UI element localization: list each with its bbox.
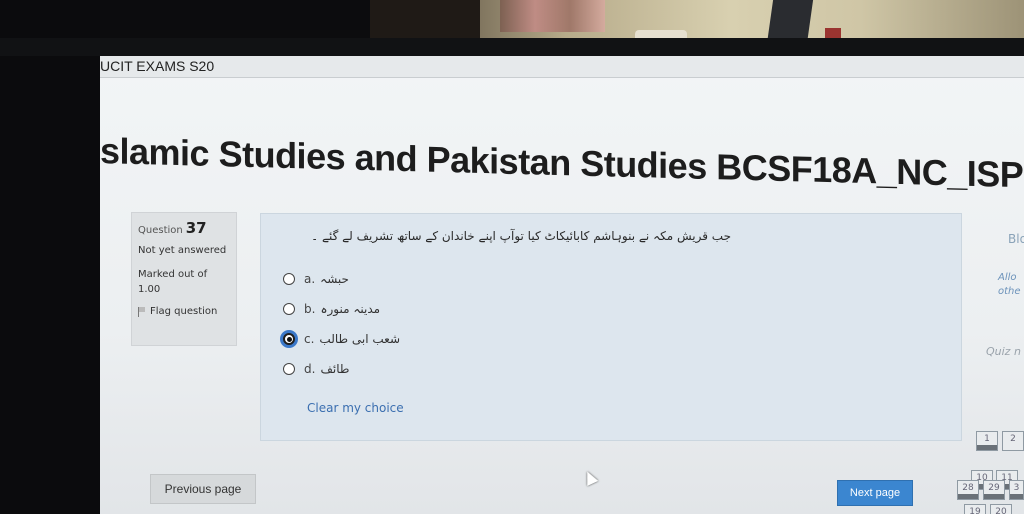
answered-bar — [1010, 494, 1023, 499]
answered-bar — [958, 494, 978, 499]
quiz-nav-button-28[interactable]: 28 — [957, 480, 979, 500]
radio-b[interactable] — [283, 303, 295, 315]
answer-text: مدینہ منورہ — [320, 302, 381, 316]
answer-option-a[interactable]: a. حبشہ — [283, 264, 400, 294]
quiz-nav-button-label: 20 — [995, 507, 1007, 514]
flag-question-button[interactable]: Flag question — [138, 306, 230, 317]
browser-screen: UCIT EXAMS S20 slamic Studies and Pakist… — [100, 56, 1024, 514]
monitor-bezel-left — [0, 0, 100, 514]
quiz-navigation-block: Blo Allo othe Quiz n 1 2 10 11 19 20 — [964, 216, 1024, 514]
answer-option-d[interactable]: d. طائف — [283, 354, 400, 384]
quiz-nav-button-label: 19 — [969, 507, 981, 514]
answer-letter: b. — [304, 302, 316, 316]
allow-text-fragment: Allo othe — [998, 271, 1021, 299]
answer-list: a. حبشہ b. مدینہ منورہ c. شعب ابی طالب d… — [283, 264, 400, 384]
answer-text: حبشہ — [320, 272, 349, 286]
question-number: Question 37 — [138, 219, 230, 237]
page-title: slamic Studies and Pakistan Studies BCSF… — [100, 130, 1024, 196]
quiz-nav-button-label: 2 — [1010, 434, 1016, 444]
answer-option-c[interactable]: c. شعب ابی طالب — [283, 324, 400, 354]
allow-text-line-1: Allo — [998, 272, 1017, 283]
answer-letter: d. — [304, 362, 316, 376]
answer-letter: a. — [304, 272, 316, 286]
radio-c[interactable] — [283, 333, 295, 345]
answer-letter: c. — [304, 332, 315, 346]
radio-d[interactable] — [283, 363, 295, 375]
quiz-nav-button-19[interactable]: 19 — [964, 504, 986, 514]
next-page-button[interactable]: Next page — [837, 480, 913, 506]
site-brand-link[interactable]: UCIT EXAMS S20 — [100, 58, 214, 74]
mouse-cursor-icon — [581, 469, 599, 486]
quiz-nav-button-29[interactable]: 29 — [983, 480, 1005, 500]
question-number-value: 37 — [185, 219, 207, 237]
answer-text: طائف — [320, 362, 350, 376]
answer-option-b[interactable]: b. مدینہ منورہ — [283, 294, 400, 324]
wall-art — [500, 0, 605, 32]
block-title-fragment: Blo — [1008, 232, 1024, 246]
quiz-nav-button-label: 1 — [984, 434, 990, 444]
question-text: جب قریش مکہ نے بنوہاشم کابائیکاٹ کیا توآ… — [311, 229, 731, 243]
flag-icon — [138, 306, 146, 317]
flag-question-label: Flag question — [150, 306, 218, 317]
answered-bar — [977, 445, 997, 450]
clear-choice-link[interactable]: Clear my choice — [307, 401, 404, 415]
quiz-nav-button-label: 28 — [962, 483, 974, 493]
site-navbar: UCIT EXAMS S20 — [100, 56, 1024, 78]
quiz-nav-button-1[interactable]: 1 — [976, 431, 998, 451]
question-marks: Marked out of 1.00 — [138, 269, 208, 295]
allow-text-line-2: othe — [998, 286, 1021, 297]
question-state: Not yet answered — [138, 245, 227, 256]
quiz-nav-button-2[interactable]: 2 — [1002, 431, 1024, 451]
quiz-nav-button-20[interactable]: 20 — [990, 504, 1012, 514]
answered-bar — [984, 494, 1004, 499]
answer-text: شعب ابی طالب — [319, 332, 400, 346]
monitor-bezel-top — [0, 38, 1024, 56]
radio-a[interactable] — [283, 273, 295, 285]
question-info: Question 37 Not yet answered Marked out … — [131, 212, 237, 346]
quiz-navigation-title: Quiz n — [986, 345, 1021, 358]
quiz-nav-button-30[interactable]: 3 — [1009, 480, 1024, 500]
quiz-nav-button-label: 3 — [1013, 483, 1020, 493]
quiz-nav-button-label: 29 — [988, 483, 1000, 493]
question-label: Question — [138, 225, 183, 236]
previous-page-button[interactable]: Previous page — [150, 474, 256, 504]
